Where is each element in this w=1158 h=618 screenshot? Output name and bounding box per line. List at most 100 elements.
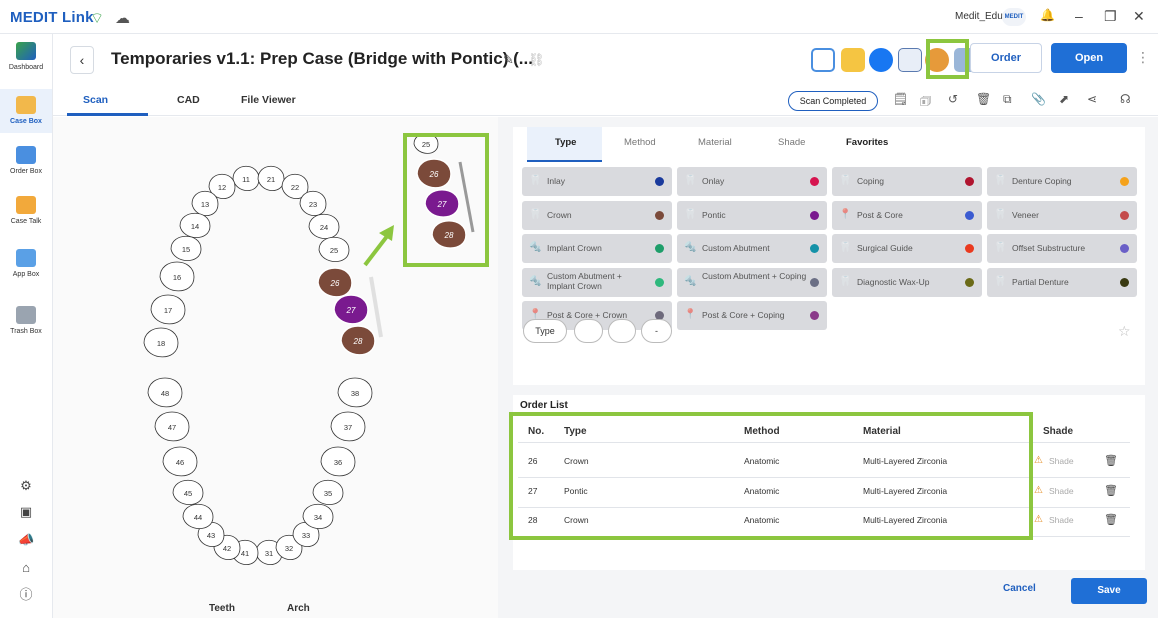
type-option[interactable]: 🦷 Surgical Guide [832,234,982,263]
highlight-selected-teeth [403,133,489,267]
tab-cad[interactable]: CAD [177,94,200,106]
sidebar-item-app-box[interactable]: App Box [0,249,52,293]
case-talk-icon [16,196,36,214]
export-icon[interactable]: ⬈ [1059,92,1069,106]
tooth-number: 27 [346,306,356,315]
open-button[interactable]: Open [1051,43,1127,73]
cell-shade: Shade [1049,485,1074,496]
filter-shade-pill[interactable]: - [641,319,672,343]
sidebar-item-case-box[interactable]: Case Box [0,89,52,133]
type-color-dot [655,210,664,220]
tooth-number: 38 [351,389,359,398]
tooth-number: 21 [267,175,275,184]
type-option[interactable]: 🦷 Diagnostic Wax-Up [832,267,982,297]
filter-material-pill[interactable] [608,319,636,343]
tab-scan[interactable]: Scan [83,94,108,106]
teeth-label[interactable]: Teeth [209,603,235,614]
type-option[interactable]: 🦷 Veneer [987,200,1137,230]
tooth-number: 36 [334,458,342,467]
type-option[interactable]: 🔩 Custom Abutment + Coping [677,267,827,297]
type-option[interactable]: 🦷 Crown [522,200,672,230]
row-delete-icon[interactable]: 🗑 [1104,454,1118,467]
info-icon[interactable]: ⓘ [18,587,34,603]
type-option[interactable]: 🔩 Custom Abutment [677,234,827,263]
tab-shade[interactable]: Shade [778,137,805,148]
type-option[interactable]: 🦷 Partial Denture [987,267,1137,297]
form-icon[interactable]: 🗒 [893,92,908,106]
link-icon[interactable]: ⛓ [528,52,545,68]
close-icon[interactable]: ✕ [1133,8,1145,25]
type-option[interactable]: 🔩 Custom Abutment + Implant Crown [522,267,672,297]
tab-method[interactable]: Method [624,137,656,148]
type-option[interactable]: 🦷 Offset Substructure [987,234,1137,263]
sidebar-item-label: Case Talk [10,218,42,225]
filter-method-pill[interactable] [574,319,603,343]
sidebar-item-case-talk[interactable]: Case Talk [0,196,52,240]
sidebar-item-dashboard[interactable]: Dashboard [0,42,52,86]
settings-icon[interactable]: ⚙ [18,478,34,494]
row-delete-icon[interactable]: 🗑 [1104,513,1118,526]
order-button[interactable]: Order [970,43,1042,73]
type-option-label: Crown [547,209,572,220]
sidebar-item-trash-box[interactable]: Trash Box [0,306,52,350]
tooth-number: 13 [201,200,209,209]
user-name[interactable]: Medit_Edu [955,11,1003,22]
type-color-dot [1120,244,1129,253]
type-option[interactable]: 🦷 Inlay [522,167,672,196]
attach-icon[interactable]: 📎 [1031,92,1046,106]
arch-label[interactable]: Arch [287,603,310,614]
type-option[interactable]: 🦷 Pontic [677,200,827,230]
folder-icon[interactable]: ▣ [18,504,34,520]
type-option-icon: 🦷 [994,175,1007,186]
headset-icon[interactable]: ☊ [1120,92,1131,106]
type-option-icon: 🦷 [684,175,697,186]
delete-icon[interactable]: 🗑 [976,92,991,106]
app-viewer-icon[interactable] [898,48,922,72]
type-option-label: Implant Crown [547,243,602,253]
type-option[interactable]: 🔩 Implant Crown [522,234,672,263]
cloud-upload-icon[interactable]: ☁ [115,9,130,27]
tab-material[interactable]: Material [698,137,732,148]
megaphone-icon[interactable]: 📣 [18,532,34,548]
tooth-number: 45 [184,489,192,498]
app-ortho-icon[interactable] [841,48,865,72]
shade-warning-icon[interactable]: ⚠ [1034,485,1043,496]
back-button[interactable]: ‹ [70,46,94,74]
save-button[interactable]: Save [1071,578,1147,604]
edit-icon[interactable]: ✎ [503,52,514,68]
home-icon[interactable]: ⌂ [18,560,34,576]
type-option[interactable]: 🦷 Denture Coping [987,167,1137,196]
type-option[interactable]: 📍 Post & Core + Coping [677,301,827,330]
history-icon[interactable]: ↺ [948,92,958,106]
zoom-arrow [363,233,390,267]
filter-type-pill[interactable]: Type [523,319,567,343]
share-icon[interactable]: ⋖ [1087,92,1097,106]
minimize-icon[interactable]: – [1075,8,1083,24]
type-option[interactable]: 🦷 Onlay [677,167,827,196]
memo-icon[interactable]: 🗊 [920,92,931,113]
type-option-label: Offset Substructure [1012,243,1086,253]
tab-file-viewer[interactable]: File Viewer [241,94,296,106]
tooth-number: 31 [265,549,273,558]
tooth-number: 15 [182,245,190,254]
shade-warning-icon[interactable]: ⚠ [1034,455,1043,466]
sidebar-item-order-box[interactable]: Order Box [0,146,52,190]
app-box-icon [16,249,36,267]
app-implant-icon[interactable] [811,48,835,72]
notification-bell-icon[interactable]: 🔔 [1040,8,1055,22]
favorite-star-icon[interactable]: ☆ [1118,323,1131,340]
row-delete-icon[interactable]: 🗑 [1104,484,1118,497]
cancel-button[interactable]: Cancel [1003,583,1036,594]
more-menu-icon[interactable]: ⋮ [1136,49,1150,66]
type-option[interactable]: 🦷 Coping [832,167,982,196]
type-color-dot [965,277,974,287]
tab-favorites[interactable]: Favorites [846,137,888,148]
wifi-icon[interactable]: ⌔ [90,9,104,28]
type-option-icon: 📍 [839,208,852,220]
copy-icon[interactable]: ⧉ [1003,92,1012,107]
tab-type[interactable]: Type [555,137,576,148]
restore-icon[interactable]: ❐ [1104,8,1117,25]
type-option[interactable]: 📍 Post & Core [832,200,982,230]
facebook-icon[interactable] [869,48,893,72]
shade-warning-icon[interactable]: ⚠ [1034,514,1043,525]
